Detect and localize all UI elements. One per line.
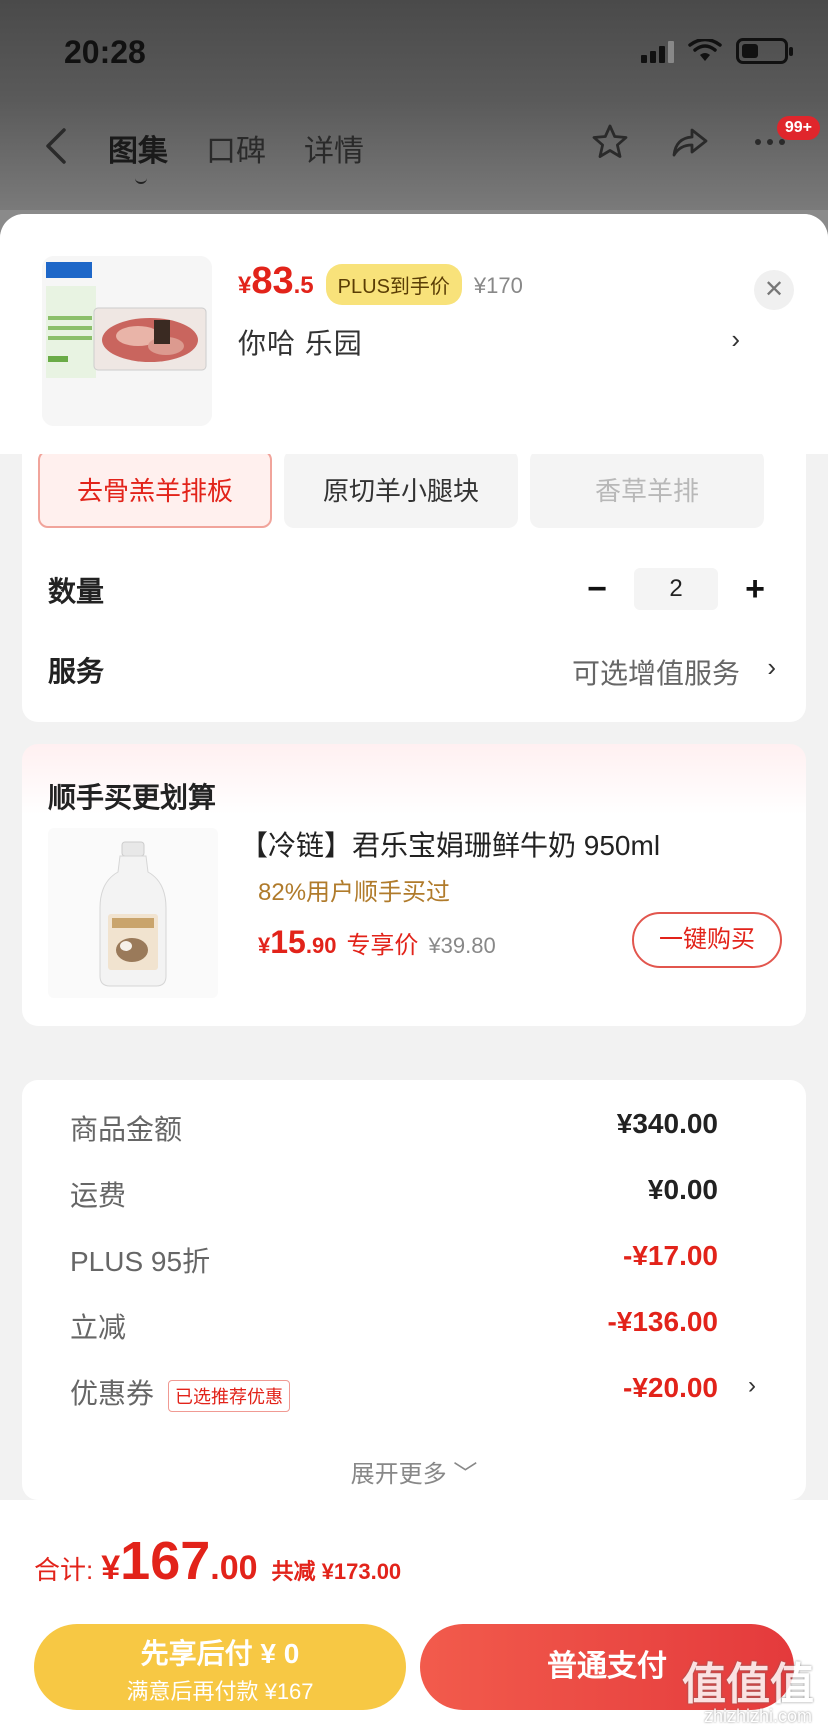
pay-later-title: 先享后付 ¥ 0	[140, 1638, 300, 1669]
summary-label: 立减	[70, 1312, 127, 1343]
quantity-input[interactable]: 2	[634, 568, 718, 610]
battery-icon	[736, 38, 793, 64]
notification-badge: 99+	[776, 116, 820, 140]
summary-row: 运费 ¥0.00	[48, 1174, 782, 1218]
close-button[interactable]: ✕	[754, 270, 794, 310]
lamb-package-image	[42, 256, 212, 426]
tab-reviews[interactable]: 口碑	[206, 126, 266, 170]
back-arrow-icon[interactable]	[40, 126, 74, 166]
star-icon[interactable]	[590, 122, 630, 162]
quantity-stepper: − 2 +	[582, 568, 770, 610]
product-price-row: ¥83.5 PLUS到手价 ¥170	[238, 260, 523, 305]
summary-row: PLUS 95折 -¥17.00	[48, 1240, 782, 1284]
wifi-icon	[688, 39, 722, 61]
summary-value: ¥0.00	[647, 1174, 718, 1205]
watermark-logo: 值值值	[682, 1660, 814, 1709]
one-click-buy-button[interactable]: 一键购买	[632, 912, 782, 968]
pay-later-subtitle: 满意后再付款 ¥167	[126, 1679, 314, 1704]
product-thumbnail	[42, 256, 212, 426]
chevron-right-icon[interactable]: ›	[748, 1372, 756, 1400]
order-summary-card: 商品金额 ¥340.00 运费 ¥0.00 PLUS 95折 -¥17.00 立…	[22, 1080, 806, 1500]
summary-value: -¥20.00	[623, 1372, 718, 1403]
cross-sell-ratio: 82%用户顺手买过	[258, 879, 451, 906]
service-value[interactable]: 可选增值服务	[572, 652, 740, 692]
summary-label: 优惠券 已选推荐优惠	[70, 1372, 291, 1412]
cross-sell-price: ¥15.90	[258, 924, 337, 960]
variant-option: 香草羊排	[530, 450, 764, 528]
summary-label: PLUS 95折	[70, 1246, 211, 1277]
cross-sell-card: 顺手买更划算 【冷链】君乐宝娟珊鲜牛奶 950ml 82%用户顺手买过 ¥15.…	[22, 744, 806, 1026]
product-header: ¥83.5 PLUS到手价 ¥170 你哈 乐园 › ✕	[0, 214, 828, 454]
plus-price-tag: PLUS到手价	[325, 264, 462, 305]
tab-details[interactable]: 详情	[304, 126, 364, 170]
decrease-button[interactable]: −	[582, 570, 612, 609]
total-price: ¥167.00	[101, 1531, 258, 1591]
chevron-right-icon[interactable]: ›	[767, 652, 776, 683]
summary-value: ¥340.00	[616, 1108, 718, 1139]
total-savings: 共减 ¥173.00	[271, 1559, 402, 1584]
summary-value: -¥136.00	[607, 1306, 718, 1337]
status-time: 20:28	[64, 34, 146, 70]
tab-gallery[interactable]: 图集	[108, 126, 168, 184]
quantity-label: 数量	[48, 576, 105, 607]
cross-sell-price-row: ¥15.90 专享价 ¥39.80	[258, 924, 496, 961]
nav-bar: 图集 口碑 详情 99+	[0, 100, 828, 210]
watermark-url: zhizhizhi.com	[703, 1706, 812, 1726]
summary-row: 立减 -¥136.00	[48, 1306, 782, 1350]
summary-label: 运费	[70, 1180, 127, 1211]
service-label: 服务	[48, 656, 105, 687]
chevron-right-icon[interactable]: ›	[731, 324, 740, 355]
variant-selector: 去骨羔羊排板 原切羊小腿块 香草羊排	[38, 450, 764, 528]
total-row: 合计: ¥167.00 共减 ¥173.00	[34, 1530, 401, 1592]
summary-label: 商品金额	[70, 1114, 183, 1145]
selected-spec[interactable]: 你哈 乐园	[238, 322, 363, 362]
nav-actions	[590, 122, 790, 162]
summary-value: -¥17.00	[623, 1240, 718, 1271]
summary-row: 商品金额 ¥340.00	[48, 1108, 782, 1152]
nav-tabs: 图集 口碑 详情	[108, 126, 364, 184]
cellular-signal-icon	[641, 39, 674, 63]
product-price: ¥83.5	[238, 260, 314, 302]
milk-bottle-image	[48, 828, 218, 998]
status-bar: 20:28	[0, 0, 828, 100]
share-icon[interactable]	[670, 122, 710, 162]
pay-later-button[interactable]: 先享后付 ¥ 0 满意后再付款 ¥167	[34, 1624, 406, 1710]
cross-sell-title: 顺手买更划算	[48, 782, 217, 813]
cross-sell-original-price: ¥39.80	[428, 933, 496, 958]
total-label: 合计:	[34, 1555, 94, 1585]
increase-button[interactable]: +	[740, 570, 770, 609]
coupon-row[interactable]: 优惠券 已选推荐优惠 -¥20.00 ›	[48, 1372, 782, 1416]
original-price: ¥170	[473, 273, 523, 298]
coupon-tag: 已选推荐优惠	[168, 1379, 291, 1412]
variant-option[interactable]: 去骨羔羊排板	[38, 450, 272, 528]
cross-sell-product-name[interactable]: 【冷链】君乐宝娟珊鲜牛奶 950ml	[240, 824, 660, 864]
status-icons	[641, 38, 793, 64]
checkout-bar: 合计: ¥167.00 共减 ¥173.00 先享后付 ¥ 0 满意后再付款 ¥…	[0, 1500, 828, 1736]
variant-option[interactable]: 原切羊小腿块	[284, 450, 518, 528]
expand-more-button[interactable]: 展开更多 ﹀	[22, 1454, 806, 1489]
cross-sell-price-tag: 专享价	[346, 932, 419, 959]
